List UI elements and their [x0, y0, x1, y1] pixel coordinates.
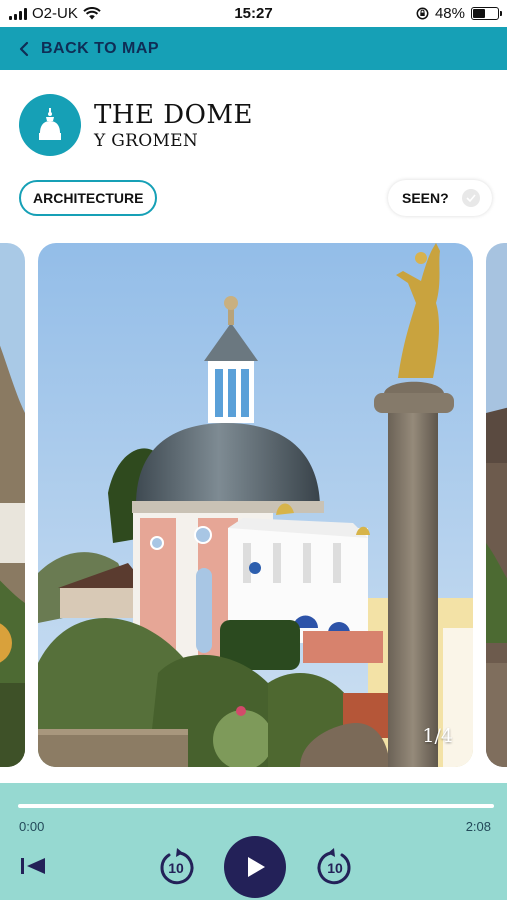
- status-left: O2-UK: [9, 5, 101, 22]
- previous-photo[interactable]: 4: [0, 243, 25, 767]
- rewind-10-icon: 10: [160, 848, 194, 885]
- audio-player: 0:00 2:08 10 10: [0, 783, 507, 900]
- forward-10-button[interactable]: 10: [314, 846, 356, 888]
- photo-carousel[interactable]: 4: [0, 243, 507, 767]
- rewind-seconds: 10: [168, 860, 184, 876]
- play-button[interactable]: [224, 836, 286, 898]
- battery-icon: [471, 7, 502, 20]
- back-to-map-button[interactable]: BACK TO MAP: [0, 27, 507, 70]
- total-time: 2:08: [465, 819, 491, 834]
- category-chip[interactable]: ARCHITECTURE: [19, 180, 158, 216]
- battery-fill: [473, 9, 486, 18]
- forward-seconds: 10: [327, 860, 343, 876]
- carrier-name: O2-UK: [32, 5, 78, 22]
- skip-to-start-button[interactable]: [18, 851, 48, 881]
- photo-counter: 1/4: [422, 725, 453, 747]
- poi-subtitle: Y GROMEN: [94, 130, 199, 151]
- dome-icon: [19, 94, 81, 156]
- seen-label: SEEN?: [402, 190, 449, 206]
- poi-header: THE DOME Y GROMEN: [19, 94, 253, 156]
- skip-back-icon: [21, 858, 45, 874]
- next-photo[interactable]: [486, 243, 507, 767]
- rewind-10-button[interactable]: 10: [155, 846, 197, 888]
- signal-icon: [9, 7, 27, 20]
- chevron-left-icon: [19, 41, 29, 56]
- check-icon: [462, 189, 480, 207]
- battery-percent: 48%: [434, 5, 465, 22]
- status-bar: O2-UK 15:27 48%: [0, 0, 507, 27]
- status-right: 48%: [416, 5, 502, 22]
- back-to-map-label: BACK TO MAP: [41, 39, 160, 57]
- poi-title-block: THE DOME Y GROMEN: [94, 100, 253, 151]
- forward-10-icon: 10: [317, 848, 351, 885]
- current-photo[interactable]: 1/4: [38, 243, 473, 767]
- dome-photo: [38, 243, 473, 767]
- wifi-icon: [83, 7, 101, 20]
- poi-title: THE DOME: [94, 99, 254, 130]
- elapsed-time: 0:00: [19, 819, 45, 834]
- play-icon: [248, 857, 265, 877]
- rotation-lock-icon: [416, 7, 429, 20]
- seen-toggle[interactable]: SEEN?: [388, 180, 492, 216]
- progress-bar[interactable]: [18, 804, 494, 808]
